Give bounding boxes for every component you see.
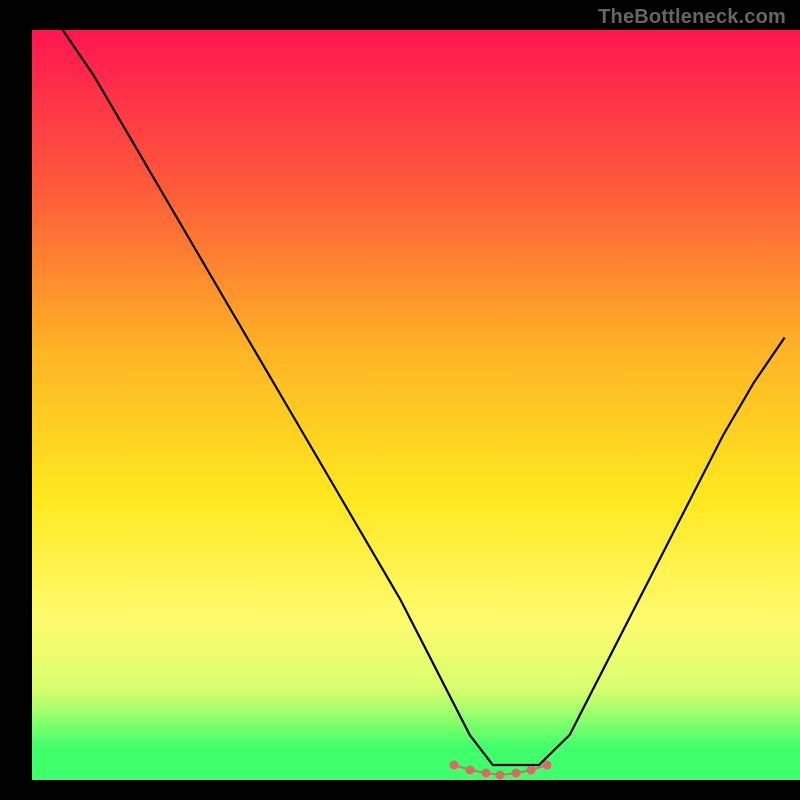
plot-border-bottom: [0, 780, 800, 800]
plot-bottom-band: [32, 748, 800, 780]
watermark-text: TheBottleneck.com: [598, 6, 786, 29]
plot-border-left: [0, 0, 32, 800]
plot-gradient: [32, 30, 800, 748]
chart-container: TheBottleneck.com: [0, 0, 800, 800]
chart-svg: [0, 0, 800, 800]
